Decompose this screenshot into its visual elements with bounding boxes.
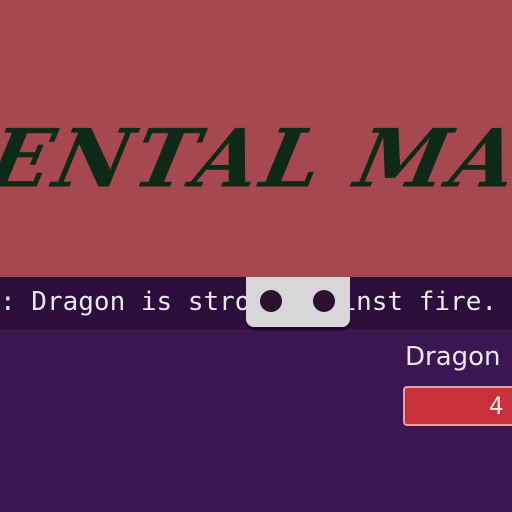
handle-dot-icon — [260, 290, 282, 312]
game-title: ENTAL MAGI — [0, 111, 512, 207]
title-banner: ENTAL MAGI — [0, 0, 512, 277]
enemy-name: Dragon — [405, 342, 501, 372]
enemy-health-bar: 4 — [403, 386, 512, 426]
drawer-handle[interactable] — [246, 277, 350, 327]
hint-message-end: inst fire. — [340, 287, 498, 317]
handle-dot-icon — [313, 290, 335, 312]
enemy-health-value: 4 — [489, 392, 504, 420]
hint-message: Dragon is stro — [15, 287, 251, 317]
hint-separator: : — [0, 287, 16, 317]
